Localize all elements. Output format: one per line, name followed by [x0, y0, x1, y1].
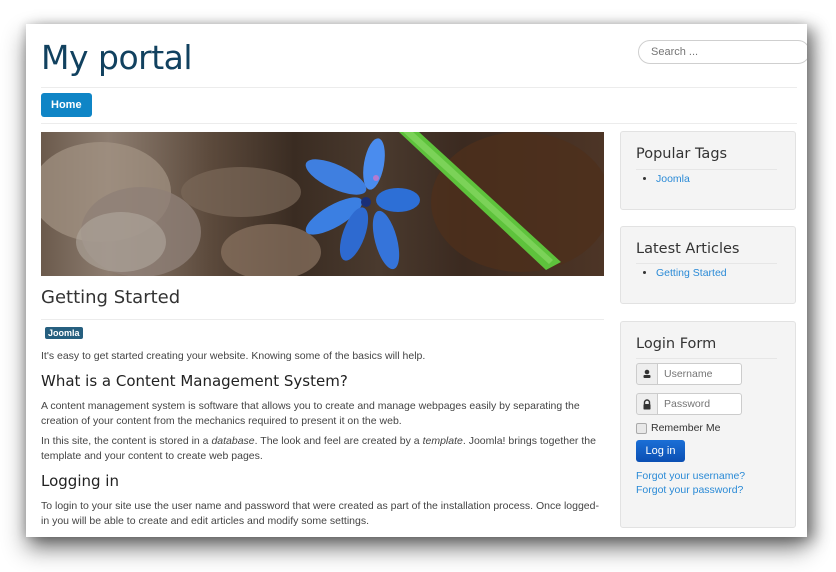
section-paragraph: To login to your site use the user name … — [41, 500, 599, 527]
text-emphasis: database — [211, 435, 255, 447]
text-part: In this site, the content is stored in a — [41, 435, 212, 447]
section-heading-cms: What is a Content Management System? — [41, 372, 348, 390]
flower-photo — [41, 132, 604, 276]
remember-me-checkbox[interactable] — [636, 422, 647, 434]
module-title: Latest Articles — [636, 241, 740, 257]
text-emphasis: template — [422, 435, 463, 447]
tag-link-joomla[interactable]: Joomla — [656, 173, 690, 185]
forgot-username-link[interactable]: Forgot your username? — [636, 470, 745, 482]
article-title-divider — [41, 319, 604, 320]
remember-me-label[interactable]: Remember Me — [651, 422, 720, 434]
nav-divider — [41, 123, 797, 124]
module-divider — [636, 169, 777, 170]
list-item: Getting Started — [656, 267, 727, 279]
forgot-password-link[interactable]: Forgot your password? — [636, 484, 743, 496]
search-input[interactable] — [638, 40, 807, 64]
password-input[interactable] — [658, 393, 742, 415]
username-group — [636, 363, 742, 385]
list-item: Joomla — [656, 173, 690, 185]
nav-item-home[interactable]: Home — [41, 93, 92, 117]
section-heading-logging-in: Logging in — [41, 472, 119, 490]
article-title[interactable]: Getting Started — [41, 287, 180, 308]
login-form-module: Login Form Remember Me Log in Forgot you… — [620, 321, 796, 528]
module-divider — [636, 263, 777, 264]
latest-articles-module: Latest Articles Getting Started — [620, 226, 796, 304]
tag-list: Joomla — [636, 173, 690, 185]
site-title[interactable]: My portal — [41, 38, 193, 77]
article-intro: It's easy to get started creating your w… — [41, 350, 426, 362]
article-list: Getting Started — [636, 267, 727, 279]
user-icon — [636, 363, 658, 385]
section-paragraph: In this site, the content is stored in a… — [41, 434, 607, 464]
header-divider — [41, 87, 797, 88]
page-container: My portal Home Getting Star — [26, 24, 807, 537]
module-title: Popular Tags — [636, 146, 728, 162]
module-title: Login Form — [636, 336, 717, 352]
article-link-getting-started[interactable]: Getting Started — [656, 267, 727, 279]
module-divider — [636, 358, 777, 359]
username-input[interactable] — [658, 363, 742, 385]
login-button[interactable]: Log in — [636, 440, 685, 462]
article-tag[interactable]: Joomla — [45, 327, 83, 339]
text-part: . The look and feel are created by a — [254, 435, 423, 447]
article-banner-image — [41, 132, 604, 276]
popular-tags-module: Popular Tags Joomla — [620, 131, 796, 210]
remember-me: Remember Me — [636, 422, 720, 434]
password-group — [636, 393, 742, 415]
section-paragraph: A content management system is software … — [41, 400, 580, 427]
lock-icon — [636, 393, 658, 415]
